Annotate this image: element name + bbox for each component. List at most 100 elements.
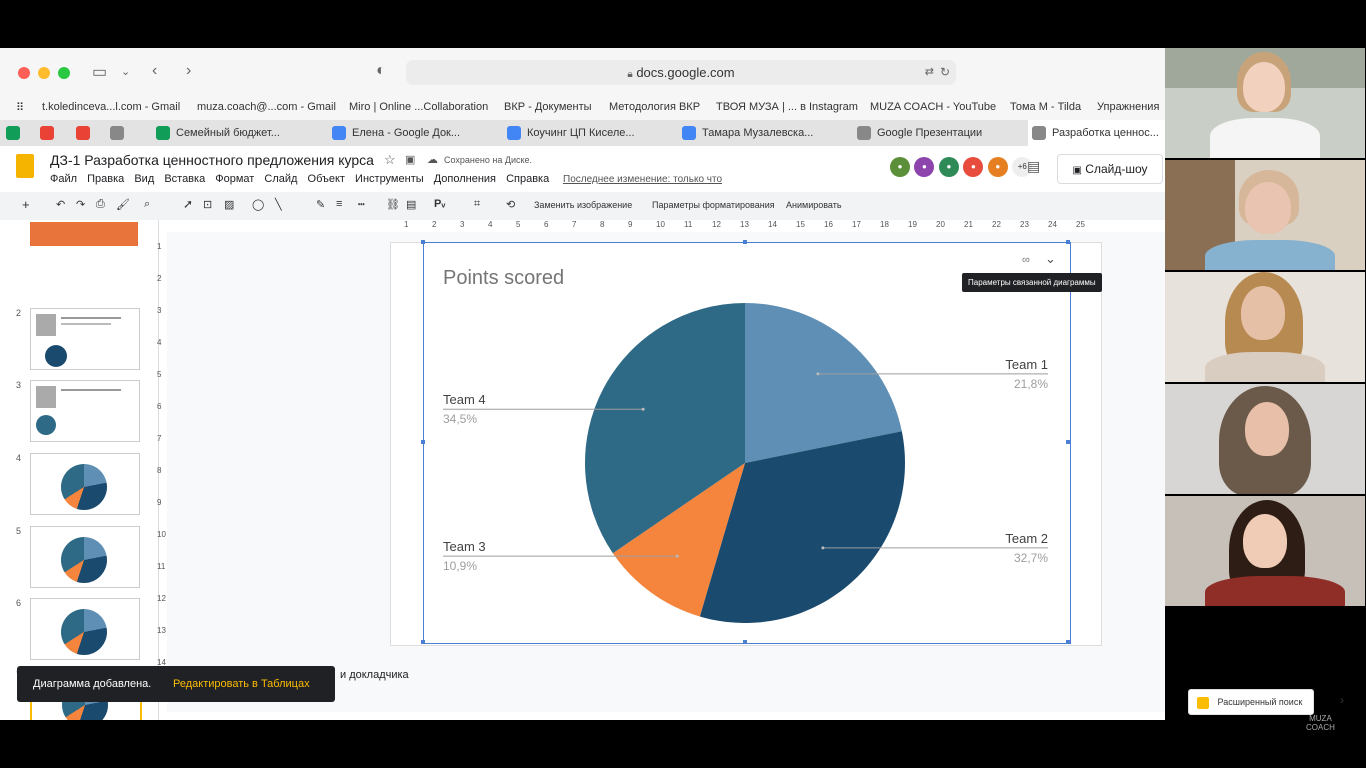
menu-file[interactable]: Файл [50,173,77,185]
menu-view[interactable]: Вид [134,173,154,185]
menu-insert[interactable]: Вставка [164,173,205,185]
slideshow-button[interactable]: ▣ Слайд-шоу [1057,154,1163,184]
url-bar[interactable]: 🔒︎ docs.google.com ⇄ ↻ [406,60,956,85]
slide-thumbnail[interactable] [30,380,140,442]
image-icon[interactable]: ▨ [224,198,234,211]
back-icon[interactable]: ‹ [152,62,157,80]
menu-object[interactable]: Объект [308,173,345,185]
star-icon[interactable]: ☆ [384,152,396,168]
resize-handle[interactable] [743,240,747,244]
slide-thumbnail[interactable] [30,222,138,246]
paint-format-icon[interactable]: 🖌︎ [116,198,130,211]
menu-edit[interactable]: Правка [87,173,124,185]
maximize-window-button[interactable] [58,67,70,79]
pinned-tab[interactable] [70,120,90,146]
bookmark-item[interactable]: ВКР - Документы [504,101,592,113]
border-weight-icon[interactable]: ≡ [336,198,342,210]
crop-icon[interactable]: ⌗ [474,198,480,211]
last-edit-link[interactable]: Последнее изменение: только что [563,174,722,185]
alt-text-icon[interactable]: Pᵥ [434,198,445,210]
browser-tab[interactable]: Тамара Музалевска... [678,120,852,146]
ruler-tick-label: 20 [936,220,945,229]
border-dash-icon[interactable]: ┅ [358,198,365,211]
format-options-button[interactable]: Параметры форматирования [652,200,775,210]
pinned-tab[interactable] [0,120,20,146]
chevron-down-icon[interactable]: ⌄ [1045,251,1056,267]
text-box-icon[interactable]: ⊡ [203,198,212,211]
resize-handle[interactable] [1066,240,1070,244]
bookmark-item[interactable]: MUZA COACH - YouTube [870,101,996,113]
avatar[interactable]: ● [987,157,1008,177]
zoom-icon[interactable]: ⌕ [144,198,150,211]
bookmark-item[interactable]: Упражнения [1097,101,1159,113]
ruler-tick-label: 12 [712,220,721,229]
google-icon [857,126,871,140]
resize-handle[interactable] [1066,440,1070,444]
resize-handle[interactable] [421,440,425,444]
replace-image-button[interactable]: Заменить изображение [534,200,632,210]
slides-logo-icon[interactable] [16,154,34,178]
slide-thumbnail[interactable] [30,453,140,515]
menu-slide[interactable]: Слайд [264,173,297,185]
avatar[interactable]: ● [963,157,984,177]
slide-thumbnail[interactable] [30,526,140,588]
menu-tools[interactable]: Инструменты [355,173,424,185]
edit-in-sheets-button[interactable]: Редактировать в Таблицах [173,678,310,690]
browser-tab-active[interactable]: Разработка ценнос... [1028,120,1165,146]
print-icon[interactable]: ⎙ [96,198,105,211]
new-slide-icon[interactable]: + [22,197,30,212]
browser-tab[interactable]: Коучинг ЦП Киселе... [503,120,677,146]
menu-addons[interactable]: Дополнения [434,173,496,185]
browser-tab[interactable]: Google Презентации [853,120,1027,146]
resize-handle[interactable] [743,640,747,644]
bookmark-item[interactable]: t.koledinceva...l.com - Gmail [42,101,180,113]
animate-button[interactable]: Анимировать [786,200,842,210]
avatar[interactable]: ● [938,157,959,177]
comment-add-icon[interactable]: ▤ [406,198,416,211]
forward-icon[interactable]: › [186,62,191,80]
resize-handle[interactable] [421,240,425,244]
bookmark-item[interactable]: ТВОЯ МУЗА | ... в Instagram [716,101,858,113]
chevron-right-icon[interactable]: › [1340,693,1344,707]
bookmark-item[interactable]: Miro | Online ...Collaboration [349,101,488,113]
speaker-notes-hint[interactable]: и докладчика [340,669,409,681]
menu-help[interactable]: Справка [506,173,549,185]
chevron-down-icon[interactable]: ⌄ [121,65,130,78]
pen-icon[interactable]: ✎ [316,198,325,211]
resize-handle[interactable] [421,640,425,644]
translate-icon[interactable]: ⇄ [925,60,934,85]
bookmark-item[interactable]: Методология ВКР [609,101,700,113]
move-folder-icon[interactable]: ▣ [405,153,415,166]
sidebar-icon[interactable]: ▭ [92,62,107,82]
browser-tab[interactable]: Елена - Google Док... [328,120,502,146]
pinned-tab[interactable] [104,120,124,146]
reload-icon[interactable]: ↻ [940,60,950,85]
minimize-window-button[interactable] [38,67,50,79]
selection-frame [423,242,1071,644]
avatar[interactable]: ● [890,157,910,177]
browser-tab[interactable]: Семейный бюджет... [152,120,326,146]
browser-titlebar: ▭ ⌄ ‹ › ◐ 🔒︎ docs.google.com ⇄ ↻ [0,48,1165,96]
undo-icon[interactable]: ↶ [56,198,65,211]
line-icon[interactable]: ╲ [275,198,282,211]
explore-button[interactable]: Расширенный поиск [1188,689,1314,715]
apps-icon[interactable]: ⠿ [16,101,24,114]
resize-handle[interactable] [1066,640,1070,644]
redo-icon[interactable]: ↷ [76,198,85,211]
document-title[interactable]: ДЗ-1 Разработка ценностного предложения … [50,152,374,168]
avatar[interactable]: ● [914,157,935,177]
link-icon[interactable]: ∞ [1022,254,1030,266]
comment-icon[interactable]: ▤ [1027,158,1040,175]
pinned-tab[interactable] [34,120,54,146]
link-icon[interactable]: ⛓ [386,198,400,211]
reset-image-icon[interactable]: ⟲ [506,198,515,211]
bookmark-item[interactable]: Тома М - Tilda [1010,101,1081,113]
select-icon[interactable]: ➚ [183,197,193,211]
menu-format[interactable]: Формат [215,173,254,185]
video-tile [1165,496,1365,606]
slide-thumbnail[interactable] [30,308,140,370]
bookmark-item[interactable]: muza.coach@...com - Gmail [197,101,336,113]
slide-thumbnail[interactable] [30,598,140,660]
shape-icon[interactable]: ◯ [252,198,264,211]
close-window-button[interactable] [18,67,30,79]
